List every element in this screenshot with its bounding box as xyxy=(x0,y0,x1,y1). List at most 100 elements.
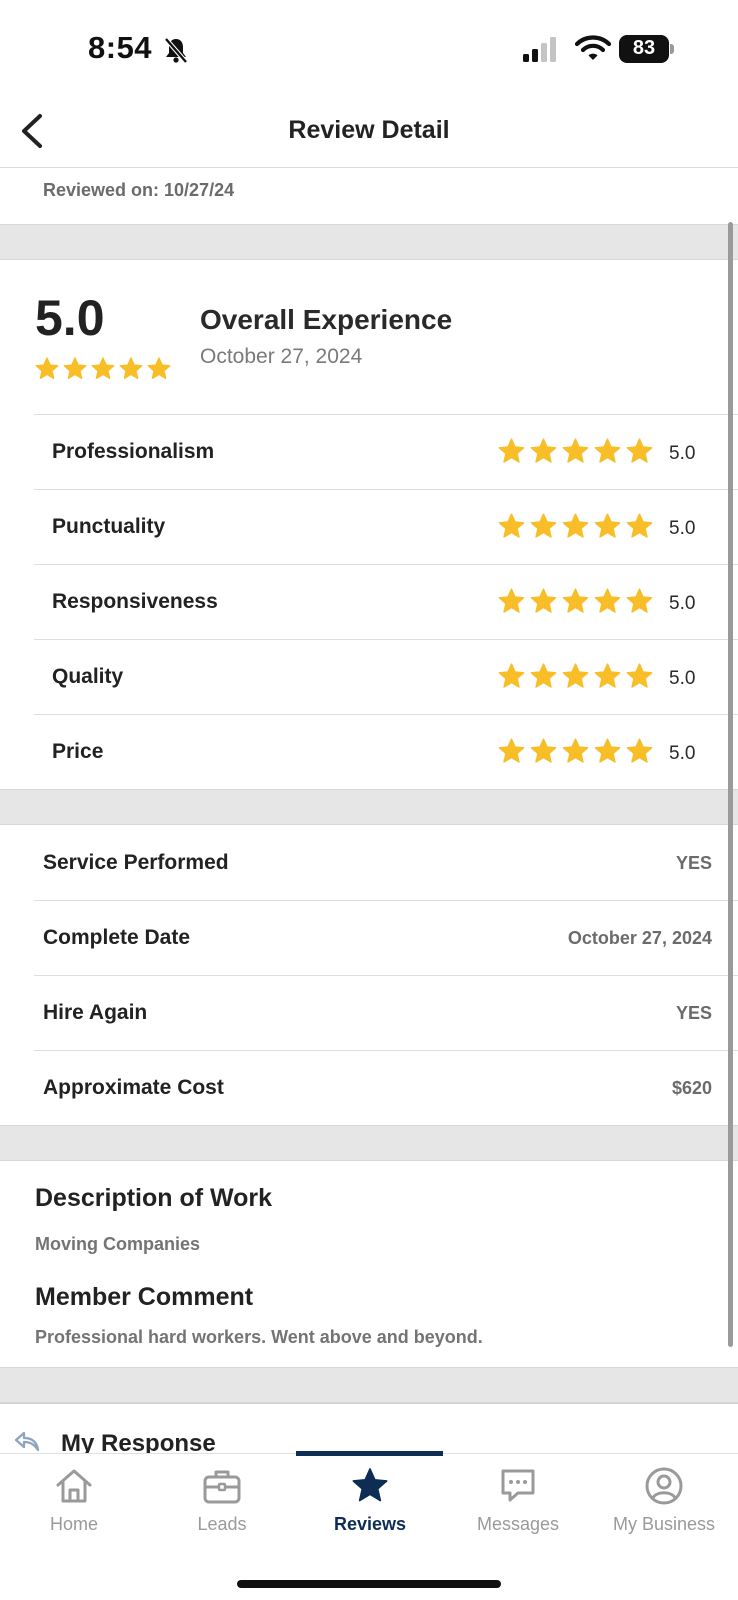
rating-row-quality: Quality 5.0 xyxy=(34,639,738,714)
detail-label: Approximate Cost xyxy=(43,1076,224,1099)
tab-reviews[interactable]: Reviews xyxy=(296,1466,444,1546)
star-icon xyxy=(352,1468,388,1502)
rating-row-price: Price 5.0 xyxy=(34,714,738,789)
rating-star-icon xyxy=(562,738,589,763)
rating-row-professionalism: Professionalism 5.0 xyxy=(34,414,738,489)
rating-star-icon xyxy=(594,663,621,688)
rating-star-icon xyxy=(626,438,653,463)
rating-row-responsiveness: Responsiveness 5.0 xyxy=(34,564,738,639)
tab-label: Leads xyxy=(197,1514,247,1534)
user-circle-icon xyxy=(645,1467,683,1505)
rating-value: 5.0 xyxy=(669,668,696,689)
rating-star-icon xyxy=(63,357,87,380)
detail-value: $620 xyxy=(671,1078,712,1098)
detail-row-approximate-cost: Approximate Cost $620 xyxy=(34,1050,738,1125)
rating-star-icon xyxy=(498,738,525,763)
rating-star-icon xyxy=(594,438,621,463)
overall-stars xyxy=(34,356,172,382)
detail-label: Complete Date xyxy=(43,926,191,949)
cellular-signal-icon xyxy=(523,37,556,62)
tab-label: Messages xyxy=(476,1514,560,1534)
description-text: Moving Companies xyxy=(35,1234,201,1254)
section-divider xyxy=(0,789,738,825)
rating-label: Professionalism xyxy=(52,440,215,463)
section-divider xyxy=(0,224,738,260)
rating-star-icon xyxy=(562,588,589,613)
description-heading: Description of Work xyxy=(35,1184,273,1212)
rating-star-icon xyxy=(530,513,557,538)
rating-stars xyxy=(497,512,654,541)
rating-star-icon xyxy=(626,588,653,613)
rating-label: Punctuality xyxy=(52,515,166,538)
active-tab-indicator xyxy=(296,1451,443,1456)
bottom-tab-bar: Home Leads Reviews Messages My Business xyxy=(0,1451,738,1600)
reply-icon xyxy=(14,1431,40,1452)
rating-value: 5.0 xyxy=(669,443,696,464)
section-divider xyxy=(0,1367,738,1403)
rating-star-icon xyxy=(594,738,621,763)
rating-star-icon xyxy=(626,738,653,763)
detail-row-service-performed: Service Performed YES xyxy=(34,826,738,901)
rating-star-icon xyxy=(147,357,171,380)
detail-label: Hire Again xyxy=(43,1001,148,1024)
rating-star-icon xyxy=(35,357,59,380)
rating-star-icon xyxy=(498,588,525,613)
member-comment-text: Professional hard workers. Went above an… xyxy=(35,1327,483,1347)
rating-star-icon xyxy=(594,588,621,613)
rating-star-icon xyxy=(498,438,525,463)
rating-label: Responsiveness xyxy=(52,590,218,613)
tab-label: Home xyxy=(49,1514,98,1534)
rating-value: 5.0 xyxy=(669,743,696,764)
tab-home[interactable]: Home xyxy=(0,1466,148,1546)
tab-leads[interactable]: Leads xyxy=(148,1466,296,1546)
tab-my-business[interactable]: My Business xyxy=(590,1466,738,1546)
reviewed-on-date: Reviewed on: 10/27/24 xyxy=(43,180,235,200)
status-bar: 8:54 83 xyxy=(0,0,738,100)
overall-date: October 27, 2024 xyxy=(200,345,363,368)
rating-star-icon xyxy=(626,663,653,688)
tab-label: Reviews xyxy=(333,1514,407,1534)
rating-stars xyxy=(497,587,654,616)
rating-star-icon xyxy=(530,663,557,688)
detail-value: YES xyxy=(675,853,712,873)
rating-star-icon xyxy=(91,357,115,380)
nav-header: Review Detail xyxy=(0,100,738,168)
rating-stars xyxy=(497,662,654,691)
member-comment-heading: Member Comment xyxy=(35,1283,254,1311)
rating-star-icon xyxy=(119,357,143,380)
rating-stars xyxy=(497,737,654,766)
home-icon xyxy=(56,1469,92,1503)
rating-label: Price xyxy=(52,740,104,763)
rating-star-icon xyxy=(626,513,653,538)
my-response-row[interactable]: My Response xyxy=(0,1403,738,1457)
chat-icon xyxy=(501,1469,535,1502)
detail-value: October 27, 2024 xyxy=(567,928,712,948)
rating-star-icon xyxy=(498,513,525,538)
rating-star-icon xyxy=(498,663,525,688)
detail-label: Service Performed xyxy=(43,851,229,874)
section-divider xyxy=(0,1125,738,1161)
detail-row-hire-again: Hire Again YES xyxy=(34,975,738,1050)
tab-messages[interactable]: Messages xyxy=(444,1466,592,1546)
page-title: Review Detail xyxy=(288,116,450,144)
battery-icon: 83 xyxy=(619,35,674,63)
rating-star-icon xyxy=(530,588,557,613)
rating-label: Quality xyxy=(52,665,124,688)
detail-row-complete-date: Complete Date October 27, 2024 xyxy=(34,900,738,975)
rating-value: 5.0 xyxy=(669,518,696,539)
overall-score: 5.0 xyxy=(35,290,105,346)
rating-star-icon xyxy=(530,438,557,463)
rating-row-punctuality: Punctuality 5.0 xyxy=(34,489,738,564)
overall-experience-title: Overall Experience xyxy=(200,304,453,335)
rating-star-icon xyxy=(562,513,589,538)
rating-value: 5.0 xyxy=(669,593,696,614)
bell-muted-icon xyxy=(164,37,188,64)
scrollbar[interactable] xyxy=(728,222,733,1347)
rating-star-icon xyxy=(562,663,589,688)
home-indicator[interactable] xyxy=(237,1580,501,1588)
rating-star-icon xyxy=(530,738,557,763)
briefcase-icon xyxy=(203,1470,241,1504)
status-time: 8:54 xyxy=(88,30,153,65)
rating-stars xyxy=(497,437,654,466)
wifi-icon xyxy=(575,35,611,60)
